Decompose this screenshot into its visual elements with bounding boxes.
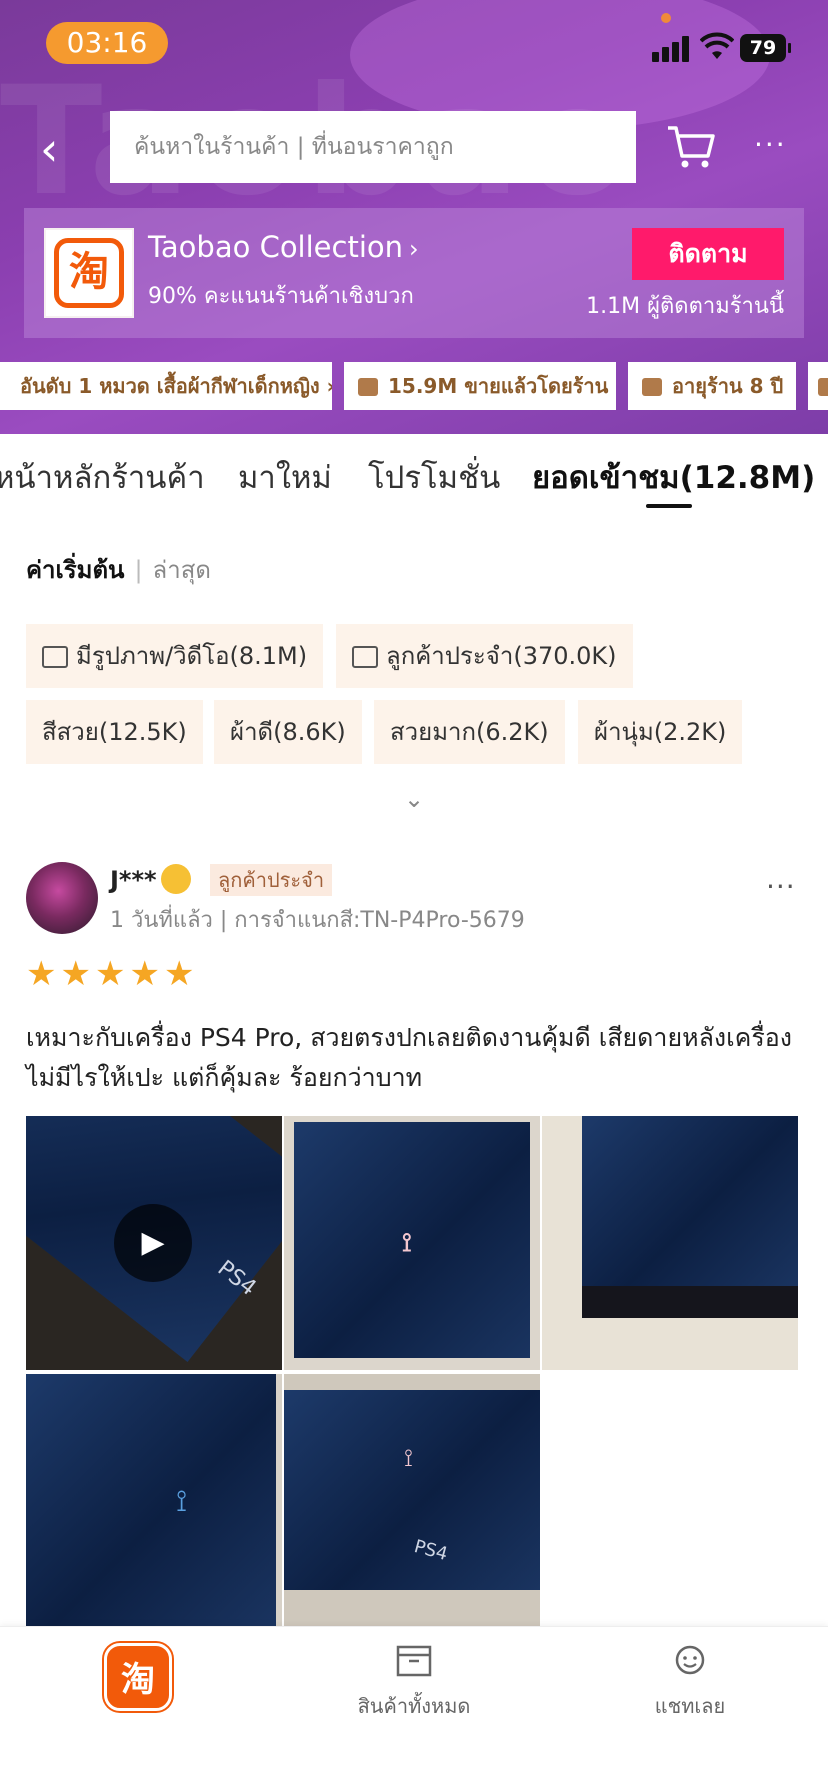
- cart-icon[interactable]: [666, 124, 716, 170]
- shop-name: Taobao Collection: [148, 230, 404, 264]
- review-photo[interactable]: ⟟: [26, 1374, 282, 1628]
- more-options-icon[interactable]: ···: [754, 128, 794, 161]
- review-photo[interactable]: ⟟ PS4: [284, 1374, 540, 1628]
- filter-chip-photos[interactable]: มีรูปภาพ/วิดีโอ(8.1M): [26, 624, 324, 688]
- playstation-logo-icon: ⟟: [176, 1484, 188, 1519]
- review-username: J***: [110, 864, 191, 894]
- star-rating: ★ ★ ★ ★ ★: [26, 956, 198, 992]
- badge-label: อันดับ 1 หมวด เสื้อผ้ากีฬาเด็กหญิง: [20, 374, 320, 398]
- tab-shop-home[interactable]: หน้าหลักร้านค้า: [0, 452, 205, 502]
- bottom-nav: 淘 สินค้าทั้งหมด แชทเลย: [0, 1626, 828, 1792]
- wifi-icon: [700, 32, 734, 59]
- back-icon[interactable]: ‹: [40, 124, 74, 174]
- privacy-dot: [661, 13, 671, 23]
- badge-more: [808, 362, 828, 410]
- console-side: [582, 1286, 798, 1318]
- star-icon: ★: [26, 954, 57, 994]
- badge-shop-age: อายุร้าน 8 ปี: [628, 362, 796, 410]
- repeat-customer-icon: [352, 646, 378, 668]
- active-tab-indicator: [646, 504, 692, 508]
- shop-home-nav-button[interactable]: 淘: [104, 1643, 172, 1711]
- shop-name-link[interactable]: Taobao Collection ›: [148, 230, 419, 264]
- console-image: [26, 1374, 276, 1628]
- wink-emoji-icon: [160, 864, 191, 894]
- badge-icon: [818, 378, 828, 396]
- playstation-logo-icon: ⟟: [402, 1228, 412, 1258]
- shop-logo-glyph: 淘: [54, 238, 124, 308]
- filter-chip[interactable]: ผ้านุ่ม(2.2K): [578, 700, 743, 764]
- sort-default[interactable]: ค่าเริ่มต้น: [26, 556, 124, 584]
- badge-label: 15.9M ขายแล้วโดยร้าน: [388, 374, 609, 398]
- sort-latest[interactable]: ล่าสุด: [153, 556, 211, 584]
- signal-icon: [652, 34, 692, 62]
- image-icon: [42, 646, 68, 668]
- badge-category-rank[interactable]: อันดับ 1 หมวด เสื้อผ้ากีฬาเด็กหญิง ›: [0, 362, 332, 410]
- playstation-logo-icon: ⟟: [404, 1444, 413, 1472]
- sort-separator: |: [134, 556, 143, 584]
- chevron-down-icon[interactable]: ⌄: [400, 785, 428, 813]
- console-image: [582, 1116, 798, 1286]
- nav-label: แชทเลย: [654, 1694, 726, 1718]
- repeat-customer-tag: ลูกค้าประจำ: [210, 864, 333, 896]
- box-icon: [396, 1645, 432, 1677]
- filter-chip[interactable]: ผ้าดี(8.6K): [214, 700, 362, 764]
- username-text: J***: [110, 866, 157, 894]
- star-icon: ★: [94, 954, 126, 994]
- chat-icon: [675, 1645, 705, 1675]
- all-products-nav-button[interactable]: สินค้าทั้งหมด: [344, 1645, 484, 1722]
- follow-button[interactable]: ติดตาม: [632, 228, 784, 280]
- star-icon: ★: [60, 954, 91, 994]
- shop-bag-icon: [358, 378, 378, 396]
- chat-nav-button[interactable]: แชทเลย: [620, 1645, 760, 1722]
- review-photo[interactable]: [542, 1116, 798, 1370]
- filter-label: มีรูปภาพ/วิดีโอ(8.1M): [76, 642, 308, 670]
- shop-info-card: 淘 Taobao Collection › 90% คะแนนร้านค้าเชิ…: [24, 208, 804, 338]
- review-photo[interactable]: ⟟: [284, 1116, 540, 1370]
- review-more-icon[interactable]: ···: [766, 870, 796, 903]
- star-icon: ★: [163, 954, 195, 994]
- tab-promotions[interactable]: โปรโมชั่น: [368, 452, 500, 502]
- review-meta: 1 วันที่แล้ว | การจำแนกสี:TN-P4Pro-5679: [110, 908, 525, 933]
- status-bar: 03:16 79: [0, 0, 828, 92]
- filter-label: ลูกค้าประจำ(370.0K): [386, 642, 617, 670]
- chevron-right-icon: ›: [409, 235, 419, 263]
- play-icon[interactable]: ▶: [114, 1204, 192, 1282]
- review-video-thumbnail[interactable]: PS4 ▶: [26, 1116, 282, 1370]
- shop-tabs: หน้าหลักร้านค้า มาใหม่ โปรโมชั่น ยอดเข้า…: [0, 434, 828, 520]
- console-image: [294, 1122, 530, 1358]
- filter-chip-repeat-customer[interactable]: ลูกค้าประจำ(370.0K): [336, 624, 633, 688]
- shop-badges: อันดับ 1 หมวด เสื้อผ้ากีฬาเด็กหญิง › 15.…: [0, 362, 828, 410]
- shop-header: Taobao 03:16 79 ‹ ค้นหาในร้านค้า | ที่นอ…: [0, 0, 828, 434]
- badge-sold-count: 15.9M ขายแล้วโดยร้าน: [344, 362, 616, 410]
- follower-count: 1.1M ผู้ติดตามร้านนี้: [586, 294, 784, 319]
- review-text: เหมาะกับเครื่อง PS4 Pro, สวยตรงปกเลยติดง…: [26, 1023, 793, 1092]
- filter-chip[interactable]: สีสวย(12.5K): [26, 700, 203, 764]
- shop-logo[interactable]: 淘: [44, 228, 134, 318]
- tab-new-arrivals[interactable]: มาใหม่: [238, 452, 332, 502]
- sort-options: ค่าเริ่มต้น | ล่าสุด: [26, 550, 211, 589]
- tab-reviews[interactable]: ยอดเข้าชม(12.8M): [532, 452, 815, 502]
- badge-label: อายุร้าน 8 ปี: [672, 374, 784, 398]
- shop-rating: 90% คะแนนร้านค้าเชิงบวก: [148, 284, 414, 309]
- status-time: 03:16: [46, 22, 168, 64]
- store-icon: [642, 378, 662, 396]
- avatar[interactable]: [26, 862, 98, 934]
- nav-label: สินค้าทั้งหมด: [357, 1694, 471, 1718]
- star-icon: ★: [129, 954, 160, 994]
- battery-icon: 79: [740, 34, 791, 62]
- console-image: [284, 1390, 540, 1590]
- filter-chip[interactable]: สวยมาก(6.2K): [374, 700, 565, 764]
- search-input[interactable]: ค้นหาในร้านค้า | ที่นอนราคาถูก: [110, 111, 636, 183]
